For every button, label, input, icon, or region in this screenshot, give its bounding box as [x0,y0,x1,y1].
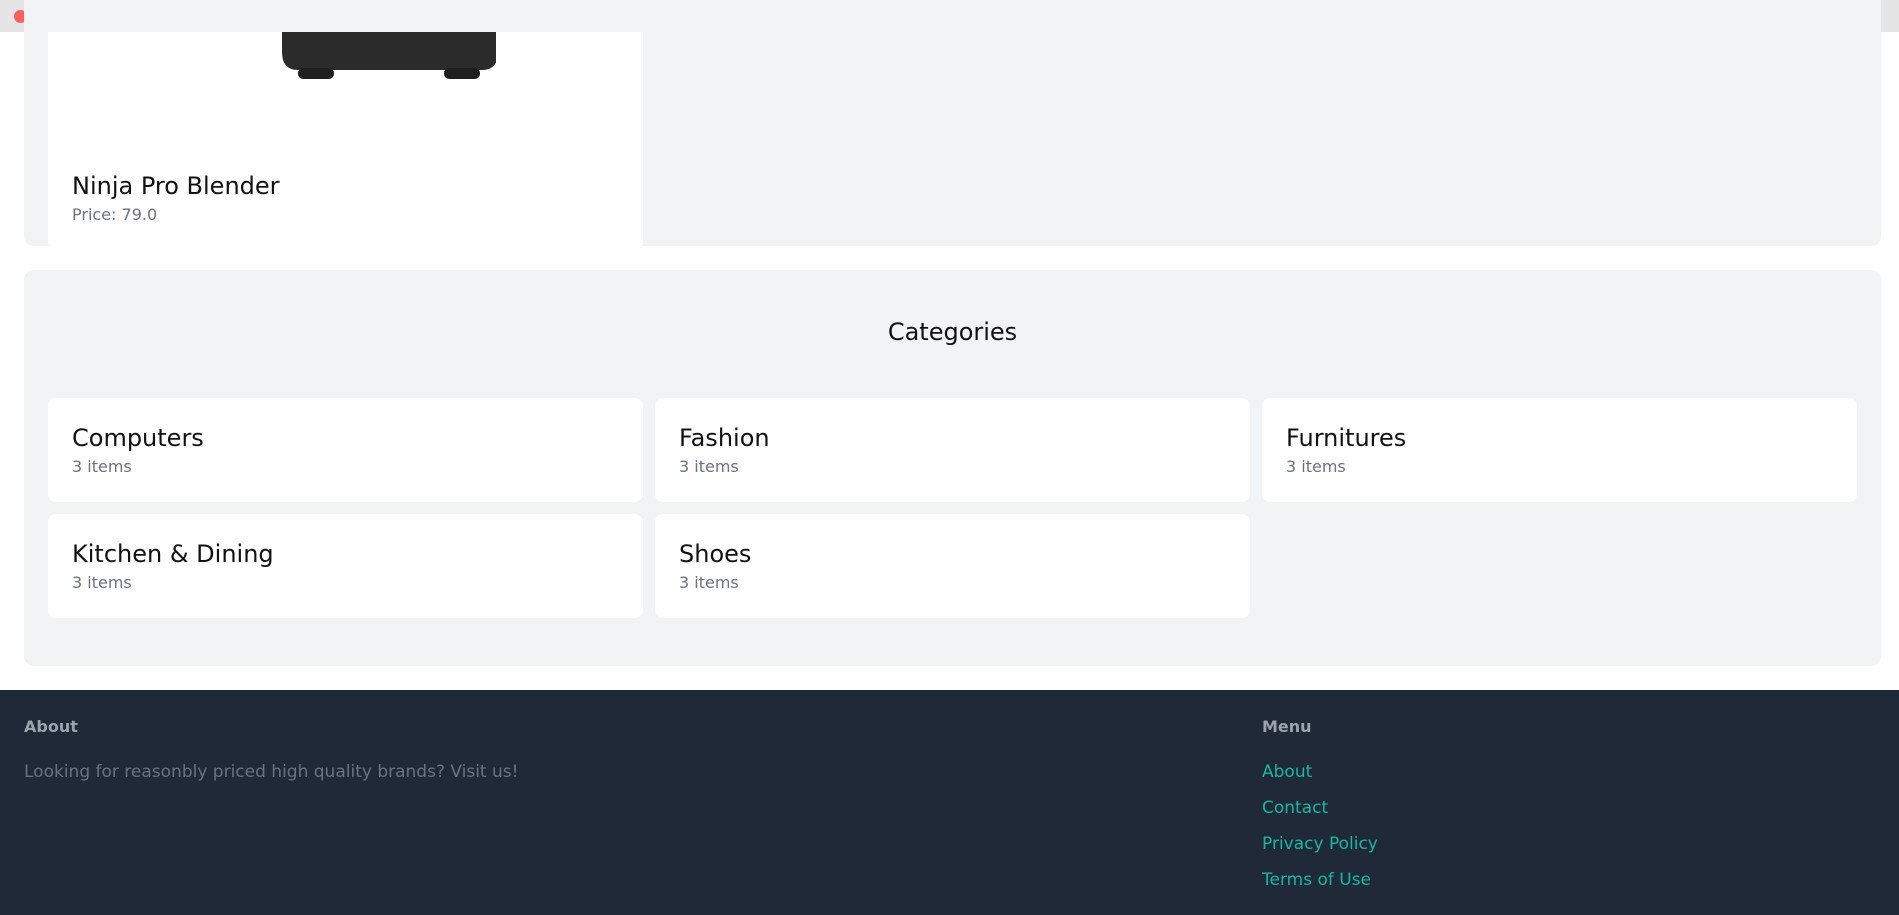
category-card-kitchen-dining[interactable]: Kitchen & Dining 3 items [48,514,643,618]
footer-about-text: Looking for reasonbly priced high qualit… [24,762,519,782]
category-name: Computers [72,424,204,452]
category-card-shoes[interactable]: Shoes 3 items [655,514,1250,618]
categories-section: Categories Computers 3 items Fashion 3 i… [24,270,1881,666]
categories-title: Categories [887,318,1018,346]
category-count: 3 items [679,457,739,476]
site-footer: About Looking for reasonbly priced high … [0,690,1899,915]
category-name: Furnitures [1286,424,1407,452]
footer-link-terms-of-use[interactable]: Terms of Use [1262,870,1371,890]
product-name[interactable]: Ninja Pro Blender [72,172,280,200]
category-count: 3 items [1286,457,1346,476]
products-section: Ninja Pro Blender Price: 79.0 [24,0,1881,250]
product-price: Price: 79.0 [72,205,158,224]
footer-link-privacy-policy[interactable]: Privacy Policy [1262,834,1378,854]
category-card-furnitures[interactable]: Furnitures 3 items [1262,398,1857,502]
category-count: 3 items [679,573,739,592]
product-image [282,32,496,79]
category-name: Fashion [679,424,770,452]
product-card[interactable]: Ninja Pro Blender Price: 79.0 [48,32,643,250]
category-count: 3 items [72,457,132,476]
footer-about-heading: About [24,717,78,736]
footer-link-about[interactable]: About [1262,762,1312,782]
category-count: 3 items [72,573,132,592]
footer-link-contact[interactable]: Contact [1262,798,1328,818]
footer-menu-heading: Menu [1262,717,1312,736]
category-name: Kitchen & Dining [72,540,274,568]
category-card-computers[interactable]: Computers 3 items [48,398,643,502]
category-name: Shoes [679,540,752,568]
category-card-fashion[interactable]: Fashion 3 items [655,398,1250,502]
